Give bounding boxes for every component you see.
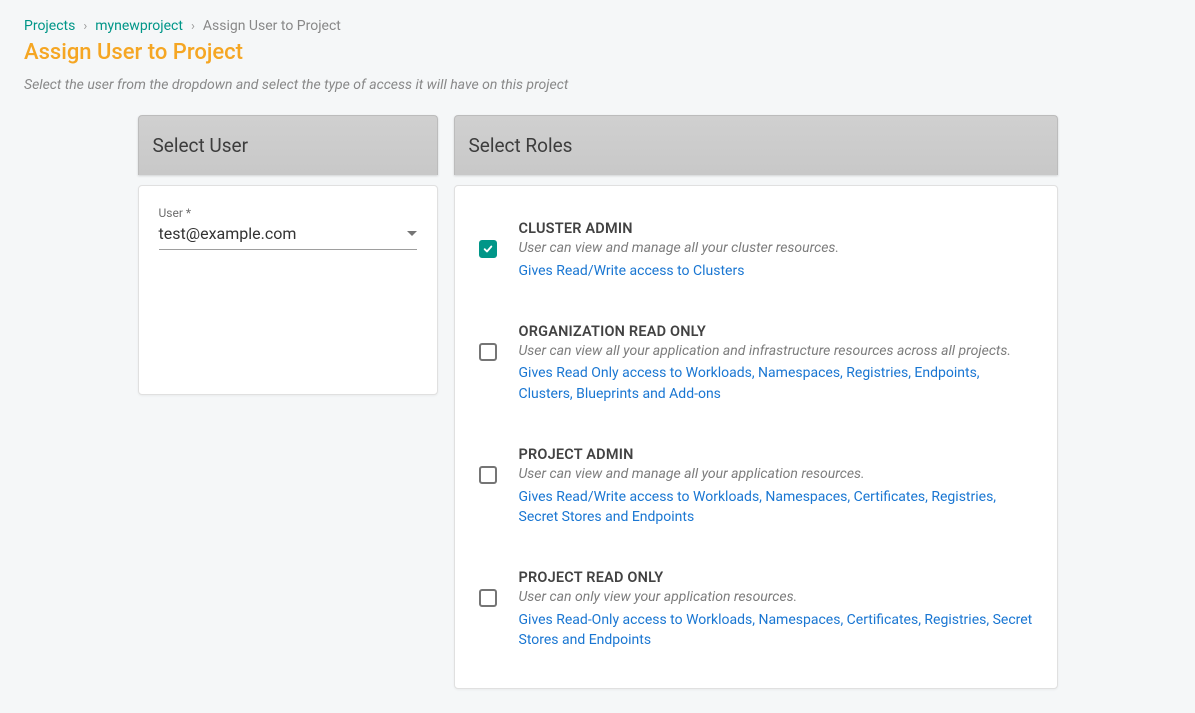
check-icon (483, 244, 493, 254)
role-text: PROJECT ADMIN User can view and manage al… (519, 446, 1033, 527)
select-user-panel: Select User User * test@example.com (138, 115, 438, 689)
role-description: User can only view your application reso… (519, 588, 1033, 608)
page-subtitle: Select the user from the dropdown and se… (24, 77, 1171, 93)
breadcrumb-sep: › (83, 19, 87, 34)
breadcrumb-current: Assign User to Project (203, 18, 341, 34)
role-title: ORGANIZATION READ ONLY (519, 323, 1033, 340)
breadcrumb-sep: › (191, 19, 195, 34)
role-title: CLUSTER ADMIN (519, 220, 1033, 237)
chevron-down-icon (407, 231, 417, 236)
role-description: User can view and manage all your applic… (519, 465, 1033, 485)
select-roles-header: Select Roles (454, 115, 1058, 175)
user-field-label: User * (159, 206, 417, 220)
breadcrumb: Projects › mynewproject › Assign User to… (24, 18, 1171, 34)
page-title: Assign User to Project (24, 40, 1171, 65)
role-checkbox[interactable] (479, 589, 497, 607)
role-item: CLUSTER ADMIN User can view and manage al… (475, 206, 1037, 299)
role-description: User can view all your application and i… (519, 342, 1033, 362)
role-text: PROJECT READ ONLY User can only view your… (519, 569, 1033, 650)
role-access: Gives Read-Only access to Workloads, Nam… (519, 610, 1033, 651)
role-title: PROJECT ADMIN (519, 446, 1033, 463)
role-access: Gives Read/Write access to Workloads, Na… (519, 487, 1033, 528)
breadcrumb-projects-link[interactable]: Projects (24, 18, 75, 34)
role-title: PROJECT READ ONLY (519, 569, 1033, 586)
role-text: ORGANIZATION READ ONLY User can view all … (519, 323, 1033, 404)
user-select[interactable]: test@example.com (159, 220, 417, 250)
role-access: Gives Read Only access to Workloads, Nam… (519, 363, 1033, 404)
role-checkbox[interactable] (479, 466, 497, 484)
breadcrumb-project-link[interactable]: mynewproject (95, 18, 183, 34)
role-checkbox[interactable] (479, 343, 497, 361)
role-text: CLUSTER ADMIN User can view and manage al… (519, 220, 1033, 281)
select-roles-panel: Select Roles CLUSTER ADMIN User can view … (454, 115, 1058, 689)
select-user-header: Select User (138, 115, 438, 175)
role-description: User can view and manage all your cluste… (519, 239, 1033, 259)
user-select-value: test@example.com (159, 224, 297, 243)
role-item: PROJECT ADMIN User can view and manage al… (475, 432, 1037, 545)
role-item: ORGANIZATION READ ONLY User can view all … (475, 309, 1037, 422)
role-access: Gives Read/Write access to Clusters (519, 261, 1033, 281)
role-checkbox[interactable] (479, 240, 497, 258)
role-item: PROJECT READ ONLY User can only view your… (475, 555, 1037, 668)
